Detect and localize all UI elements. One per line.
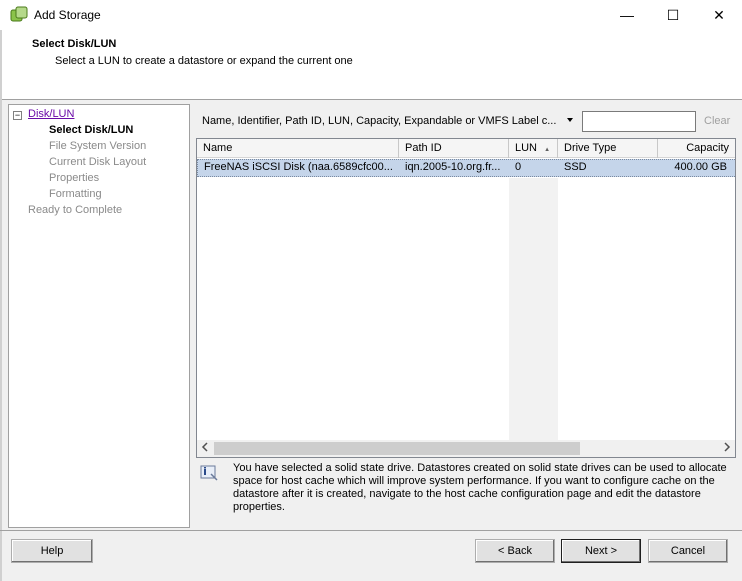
- page-subtitle: Select a LUN to create a datastore or ex…: [55, 55, 353, 67]
- title-bar: Add Storage — ☐ ✕: [0, 0, 742, 30]
- horizontal-scrollbar[interactable]: [197, 440, 735, 457]
- wizard-header: Select Disk/LUN Select a LUN to create a…: [0, 30, 742, 100]
- nav-step-properties: Properties: [49, 172, 100, 184]
- minimize-button[interactable]: —: [604, 0, 650, 30]
- help-button[interactable]: Help: [11, 539, 93, 563]
- lun-table: Name Path ID LUN ▲ Drive Type Capacity F…: [196, 138, 736, 458]
- footer-separator: [0, 530, 742, 531]
- cell-lun: 0: [515, 161, 522, 173]
- nav-step-current-disk-layout: Current Disk Layout: [49, 156, 147, 168]
- scroll-right-icon[interactable]: [723, 441, 731, 453]
- table-row[interactable]: FreeNAS iSCSI Disk (naa.6589cfc00... iqn…: [197, 159, 735, 177]
- ssd-info-message: You have selected a solid state drive. D…: [233, 462, 727, 513]
- scroll-left-icon[interactable]: [201, 441, 209, 453]
- clear-filter-button[interactable]: Clear: [704, 115, 730, 127]
- table-header: Name Path ID LUN ▲ Drive Type Capacity: [197, 139, 735, 158]
- minimize-icon: —: [620, 7, 634, 23]
- cell-name: FreeNAS iSCSI Disk (naa.6589cfc00...: [204, 161, 393, 173]
- column-header-name[interactable]: Name: [197, 139, 399, 158]
- dropdown-arrow-icon[interactable]: [566, 116, 574, 124]
- vsphere-app-icon: [10, 6, 28, 22]
- column-header-capacity[interactable]: Capacity: [658, 139, 735, 158]
- sort-ascending-icon: ▲: [544, 147, 551, 153]
- next-button[interactable]: Next >: [561, 539, 641, 563]
- wizard-steps-panel: − Disk/LUN Select Disk/LUN File System V…: [8, 104, 190, 528]
- column-header-lun[interactable]: LUN ▲: [509, 139, 558, 158]
- cancel-button[interactable]: Cancel: [648, 539, 728, 563]
- collapse-icon[interactable]: −: [13, 111, 22, 120]
- page-title: Select Disk/LUN: [32, 38, 117, 50]
- cell-drive-type: SSD: [564, 161, 587, 173]
- scrollbar-thumb[interactable]: [214, 442, 580, 455]
- info-icon: [200, 465, 218, 481]
- close-icon: ✕: [713, 6, 725, 23]
- nav-step-formatting: Formatting: [49, 188, 102, 200]
- close-button[interactable]: ✕: [696, 0, 742, 30]
- column-header-path-id[interactable]: Path ID: [399, 139, 509, 158]
- nav-step-disk-lun[interactable]: Disk/LUN: [28, 108, 74, 120]
- nav-step-select-disk-lun: Select Disk/LUN: [49, 124, 134, 136]
- sorted-column-shading: [509, 178, 558, 440]
- back-button[interactable]: < Back: [475, 539, 555, 563]
- window-title: Add Storage: [34, 8, 101, 22]
- filter-input[interactable]: [582, 111, 696, 132]
- filter-column-dropdown[interactable]: Name, Identifier, Path ID, LUN, Capacity…: [202, 115, 556, 127]
- maximize-button[interactable]: ☐: [650, 0, 696, 30]
- cell-capacity: 400.00 GB: [674, 161, 727, 173]
- nav-step-file-system-version: File System Version: [49, 140, 147, 152]
- nav-step-ready-to-complete: Ready to Complete: [28, 204, 123, 216]
- window-left-edge: [0, 30, 2, 581]
- column-header-lun-label: LUN: [515, 142, 538, 154]
- maximize-icon: ☐: [666, 6, 680, 23]
- cell-path-id: iqn.2005-10.org.fr...: [405, 161, 501, 173]
- column-header-drive-type[interactable]: Drive Type: [558, 139, 658, 158]
